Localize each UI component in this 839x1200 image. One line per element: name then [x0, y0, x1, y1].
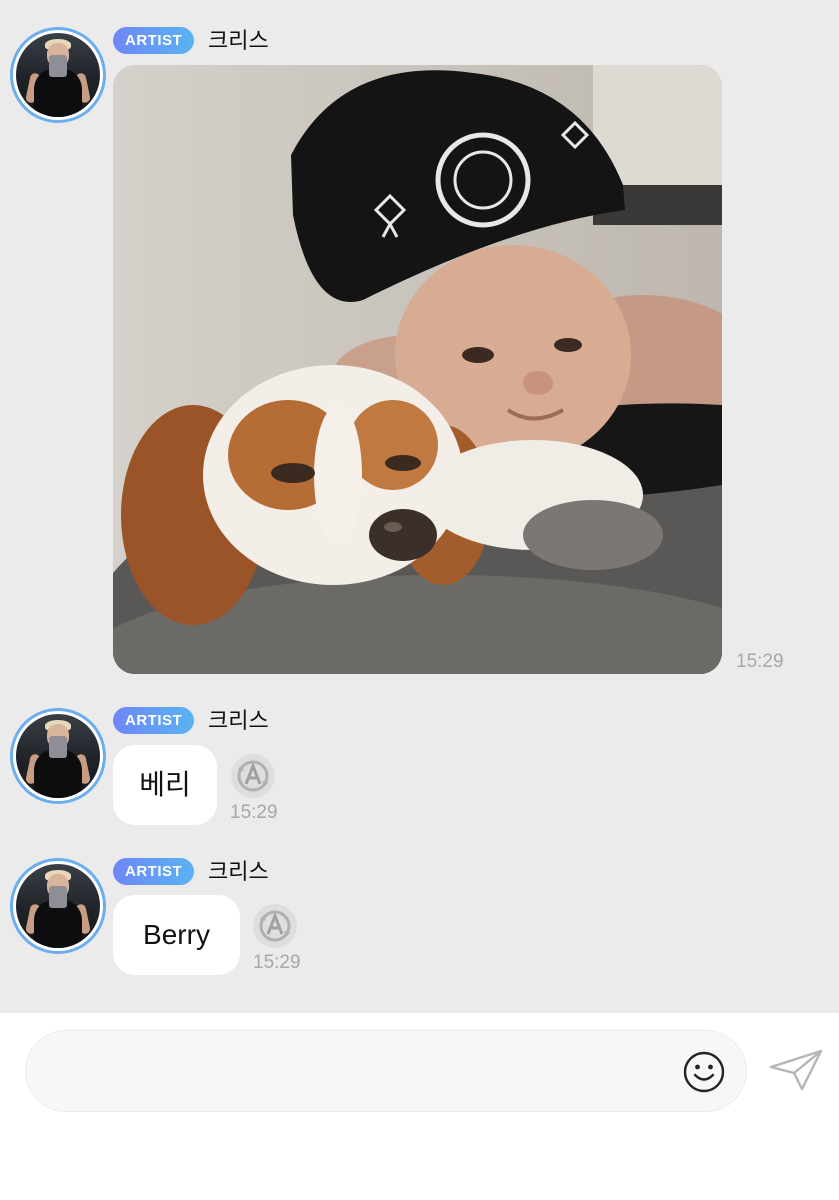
artist-badge: ARTIST: [113, 707, 195, 734]
artist-avatar[interactable]: [10, 858, 106, 954]
artist-avatar[interactable]: [10, 708, 106, 804]
translate-icon[interactable]: [230, 753, 276, 799]
message-photo-image[interactable]: [113, 65, 722, 674]
message-bubble[interactable]: Berry: [113, 895, 240, 975]
smiley-icon[interactable]: [682, 1050, 726, 1094]
avatar-image: [16, 864, 100, 948]
sender-name: 크리스: [208, 859, 269, 884]
avatar-image: [16, 33, 100, 117]
translate-icon[interactable]: [252, 903, 298, 949]
sender-name: 크리스: [208, 28, 269, 53]
sender-name: 크리스: [208, 708, 269, 733]
artist-avatar[interactable]: [10, 27, 106, 123]
avatar-image: [16, 714, 100, 798]
message-timestamp: 15:29: [230, 802, 278, 823]
artist-badge: ARTIST: [113, 27, 195, 54]
message-bubble[interactable]: 베리: [113, 745, 217, 825]
artist-badge: ARTIST: [113, 858, 195, 885]
paper-plane-icon[interactable]: [768, 1047, 824, 1093]
message-timestamp: 15:29: [253, 952, 301, 973]
chat-area[interactable]: ARTIST 크리스 15:29 ARTIST 크리스 베리 15:29 ART…: [0, 0, 839, 1013]
message-input[interactable]: [25, 1030, 747, 1112]
composer: [0, 1013, 839, 1200]
message-timestamp: 15:29: [736, 651, 784, 672]
